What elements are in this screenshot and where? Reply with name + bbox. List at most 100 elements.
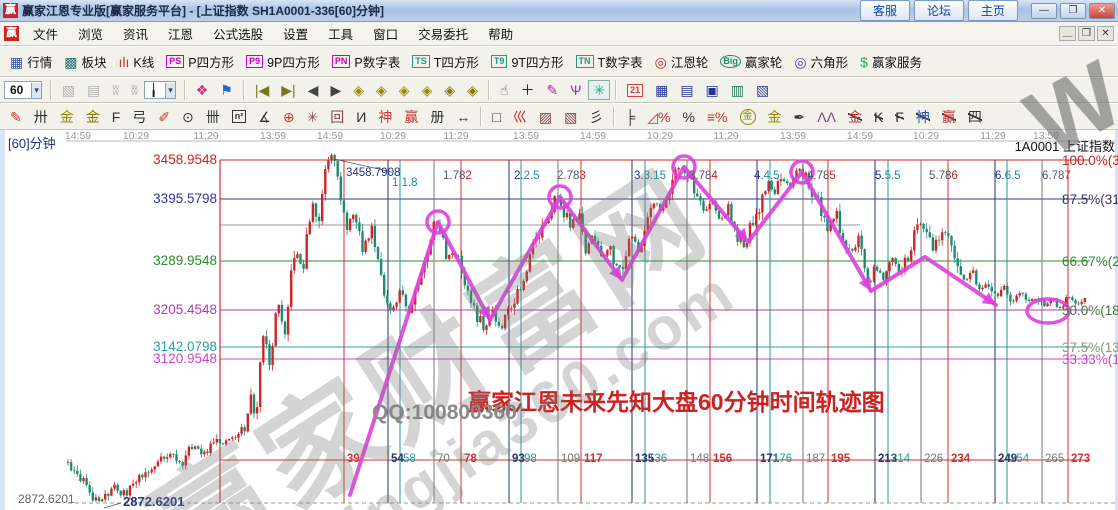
t-number-table-button[interactable]: TNT数字表 (571, 50, 648, 73)
p-number-table-button[interactable]: PNP数字表 (327, 50, 405, 73)
candle-style-combo[interactable]: ╽▾ (144, 81, 176, 99)
p-square-button[interactable]: PSP四方形 (161, 50, 239, 73)
restore-button[interactable]: ❐ (1060, 3, 1086, 19)
winner-service-button[interactable]: $赢家服务 (855, 50, 927, 73)
crosshair-button[interactable]: ＋ (515, 80, 539, 100)
minimize-button[interactable]: — (1031, 3, 1057, 19)
first-page-button[interactable]: |◀ (250, 80, 274, 100)
memo-button[interactable]: ▤ (675, 80, 698, 100)
menu-item-2[interactable]: 资讯 (113, 21, 158, 46)
export-button[interactable]: ▧ (751, 80, 774, 100)
menu-item-8[interactable]: 交易委托 (408, 21, 478, 46)
menu-item-0[interactable]: 文件 (23, 21, 68, 46)
home-button[interactable]: 主页 (968, 0, 1018, 21)
next-bar-button[interactable]: ▶ (325, 80, 346, 100)
measure-ruler-tool[interactable]: ╞ (620, 107, 640, 127)
gann-wheel-button[interactable]: ◎江恩轮 (650, 50, 714, 73)
horizontal-span-tool[interactable]: ↔ (451, 107, 475, 127)
box-fan-tool[interactable]: ▨ (534, 107, 557, 127)
percent-lines-tool[interactable]: ≡% (702, 107, 733, 127)
gold-circle-tool[interactable]: 金 (735, 107, 761, 127)
chart-panel: 14:5910:2911:2913:5914:5910:2911:2913:59… (0, 130, 1118, 510)
chevron-down-icon[interactable]: ▾ (31, 83, 41, 98)
menu-item-6[interactable]: 工具 (318, 21, 363, 46)
menu-item-3[interactable]: 江恩 (158, 21, 203, 46)
si-slash-tool[interactable]: 四 (963, 107, 987, 127)
mdi-close-button[interactable]: ✕ (1097, 26, 1114, 41)
save-button[interactable]: ▣ (701, 80, 724, 100)
sector-button[interactable]: ▩板块 (59, 50, 111, 73)
slash-lines-tool[interactable]: 彡 (584, 107, 608, 127)
chart-canvas[interactable]: 14:5910:2911:2913:5914:5910:2911:2913:59… (0, 130, 1118, 510)
mdi-minimize-button[interactable]: ＿ (1059, 26, 1076, 41)
k-slash-tool[interactable]: K (869, 107, 888, 127)
shen-slash-tool[interactable]: 神 (911, 107, 935, 127)
count-grid-tool[interactable]: 册 (425, 107, 449, 127)
kline-button[interactable]: ılıK线 (114, 50, 160, 73)
frame-tool[interactable]: □ (487, 107, 505, 127)
menu-item-7[interactable]: 窗口 (363, 21, 408, 46)
brush-tool[interactable]: ✎ (5, 107, 27, 127)
gold-line-tool[interactable]: 金 (763, 107, 787, 127)
nine-t-square-button[interactable]: T99T四方形 (486, 50, 569, 73)
double-wave-tool[interactable]: ΛΛ (812, 107, 841, 127)
ying-slash-tool[interactable]: 赢 (937, 107, 961, 127)
compress-horizontal-button[interactable]: ◈ (417, 80, 438, 100)
measure-ruler-icon: ╞ (625, 109, 635, 125)
box-fan2-tool[interactable]: ▧ (559, 107, 582, 127)
menu-item-9[interactable]: 帮助 (478, 21, 523, 46)
f-slash-tool[interactable]: F (890, 107, 909, 127)
gold-grid9-tool[interactable]: 金 (81, 107, 105, 127)
gann-target-tool[interactable]: ⊕ (278, 107, 300, 127)
gold-slash-tool[interactable]: 金 (843, 107, 867, 127)
protractor-tool[interactable]: ∡ (253, 107, 276, 127)
nine-p-square-button[interactable]: P99P四方形 (241, 50, 325, 73)
calendar-button[interactable]: 21 (622, 82, 648, 99)
zoom-pen-button[interactable]: ✎ (541, 80, 563, 100)
fan-lines-tool[interactable]: 巛 (508, 107, 532, 127)
gann-star-tool[interactable]: ✳ (302, 107, 324, 127)
angle-brush-tool[interactable]: ✐ (153, 107, 175, 127)
percent-tool[interactable]: % (677, 107, 699, 127)
ink-brush-tool[interactable]: ✒ (789, 107, 811, 127)
compass-tool[interactable]: ⊙ (177, 107, 199, 127)
market-quotes-button[interactable]: ▦行情 (5, 50, 57, 73)
mdi-restore-button[interactable]: ❐ (1078, 26, 1095, 41)
hand-drag-button[interactable]: ☝ (495, 80, 514, 100)
wave-tool-button[interactable]: Ѱ (565, 80, 586, 100)
shift-left-button[interactable]: ◈ (348, 80, 369, 100)
flag-marker-button[interactable]: ⚑ (215, 80, 238, 100)
expand-all-button[interactable]: ◈ (439, 80, 460, 100)
menu-item-4[interactable]: 公式选股 (203, 21, 273, 46)
menu-item-1[interactable]: 浏览 (68, 21, 113, 46)
menu-item-5[interactable]: 设置 (273, 21, 318, 46)
ying-grid-tool[interactable]: 赢 (399, 107, 423, 127)
shift-right-button[interactable]: ◈ (371, 80, 392, 100)
smart-analysis-button[interactable]: ✳ (588, 80, 610, 100)
gold-grid-tool[interactable]: 金 (55, 107, 79, 127)
f-grid-tool[interactable]: F (107, 107, 126, 127)
spiral-tool[interactable]: 弓 (127, 107, 151, 127)
square-spiral-tool[interactable]: 回 (325, 107, 349, 127)
timer-screen-button[interactable]: ▥ (726, 80, 749, 100)
t-square-button[interactable]: TST四方形 (407, 50, 484, 73)
n-wave-tool[interactable]: И (351, 107, 371, 127)
comb-grid-tool[interactable]: 卅 (29, 107, 53, 127)
shen-grid-tool[interactable]: 神 (373, 107, 397, 127)
chevron-down-icon[interactable]: ▾ (165, 83, 175, 98)
prev-bar-button[interactable]: ◀ (303, 80, 324, 100)
last-page-button[interactable]: ▶| (276, 80, 300, 100)
winner-wheel-button[interactable]: Big赢家轮 (715, 50, 787, 73)
forum-button[interactable]: 论坛 (914, 0, 964, 21)
period-combo[interactable]: 60▾ (4, 81, 42, 99)
expand-horizontal-button[interactable]: ◈ (394, 80, 415, 100)
hexagon-button[interactable]: ◎六角形 (789, 50, 853, 73)
close-button[interactable]: ✕ (1089, 3, 1115, 19)
service-button[interactable]: 客服 (860, 0, 910, 21)
chip-tool-button[interactable]: ❖ (191, 80, 214, 100)
compress-all-button[interactable]: ◈ (462, 80, 483, 100)
comb2-grid-tool[interactable]: 卌 (201, 107, 225, 127)
calculator-button[interactable]: ▦ (650, 80, 673, 100)
percent-slash-tool[interactable]: ◿% (642, 107, 675, 127)
n-square-tool[interactable]: n² (227, 108, 252, 125)
